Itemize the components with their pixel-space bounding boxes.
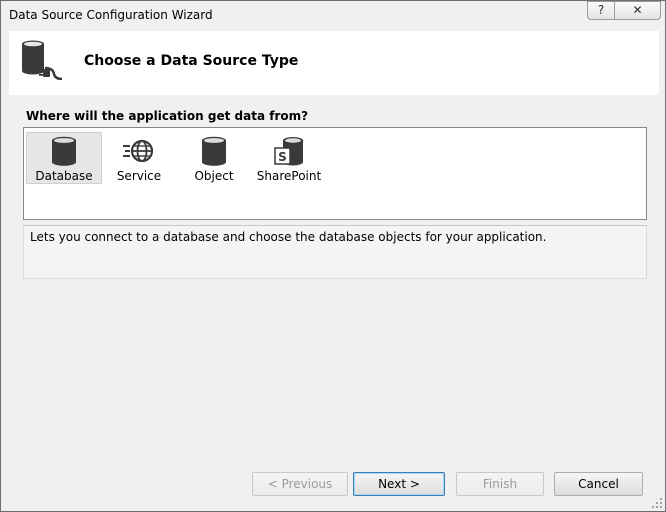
description-text: Lets you connect to a database and choos… xyxy=(30,230,547,244)
data-source-item-sharepoint[interactable]: S SharePoint xyxy=(251,132,327,184)
cancel-button[interactable]: Cancel xyxy=(554,472,643,496)
service-globe-icon xyxy=(123,139,154,163)
wizard-header: Choose a Data Source Type xyxy=(9,31,659,95)
data-source-list[interactable]: Database Service Object S SharePoint xyxy=(23,127,647,220)
finish-button[interactable]: Finish xyxy=(456,472,544,496)
data-source-item-service[interactable]: Service xyxy=(101,132,177,184)
help-button[interactable]: ? xyxy=(587,1,615,20)
data-source-label: Object xyxy=(194,169,234,183)
data-source-item-database[interactable]: Database xyxy=(26,132,102,184)
question-label: Where will the application get data from… xyxy=(26,109,309,123)
data-source-item-object[interactable]: Object xyxy=(176,132,252,184)
sharepoint-icon: S xyxy=(274,137,303,166)
close-button[interactable]: ✕ xyxy=(614,1,661,20)
page-title: Choose a Data Source Type xyxy=(84,53,299,69)
object-icon xyxy=(202,136,226,166)
wizard-window: Data Source Configuration Wizard ? ✕ Cho… xyxy=(0,0,666,512)
data-source-label: Database xyxy=(35,169,93,183)
window-title: Data Source Configuration Wizard xyxy=(9,8,213,22)
data-source-label: Service xyxy=(116,169,162,183)
title-bar[interactable]: Data Source Configuration Wizard ? ✕ xyxy=(1,1,665,29)
previous-button[interactable]: < Previous xyxy=(252,472,348,496)
next-button[interactable]: Next > xyxy=(353,472,445,496)
description-panel: Lets you connect to a database and choos… xyxy=(23,225,647,279)
wizard-content: Where will the application get data from… xyxy=(9,95,659,460)
database-icon xyxy=(52,136,76,166)
database-connector-icon xyxy=(22,40,63,80)
resize-grip-icon[interactable] xyxy=(651,497,663,509)
data-source-label: SharePoint xyxy=(256,169,322,183)
svg-text:S: S xyxy=(278,150,287,164)
